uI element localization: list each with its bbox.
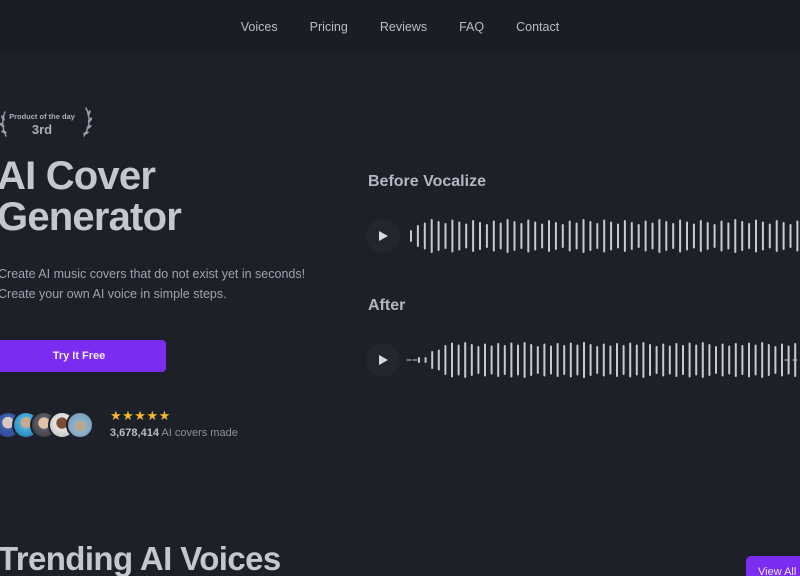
try-it-free-button[interactable]: Try It Free [0, 340, 166, 372]
avatar [66, 411, 94, 439]
nav-contact[interactable]: Contact [500, 20, 575, 34]
covers-suffix: AI covers made [158, 427, 238, 439]
after-play-button[interactable] [366, 343, 400, 377]
after-label: After [368, 297, 406, 314]
nav-voices[interactable]: Voices [225, 20, 294, 34]
covers-count: 3,678,414 [110, 427, 159, 439]
hero-title-line2: Generator [0, 195, 182, 239]
user-avatars [0, 411, 104, 439]
play-icon [379, 355, 388, 365]
top-nav: Voices Pricing Reviews FAQ Contact [0, 0, 800, 54]
rating-stars: ★★★★★ [110, 408, 171, 423]
badge-rank: 3rd [31, 122, 53, 137]
trending-title: Trending AI Voices [0, 540, 281, 576]
hero-title: AI Cover Generator [0, 156, 337, 238]
after-waveform[interactable] [405, 340, 800, 380]
page: Voices Pricing Reviews FAQ Contact Produ… [0, 0, 800, 576]
badge-label: Product of the day [9, 112, 75, 121]
before-waveform[interactable] [405, 216, 800, 256]
covers-made: 3,678,414 AI covers made [110, 427, 238, 439]
hero-subtitle-line1: Create AI music covers that do not exist… [0, 267, 306, 281]
nav-pricing[interactable]: Pricing [294, 20, 364, 34]
before-label: Before Vocalize [368, 173, 486, 190]
before-play-button[interactable] [366, 219, 400, 253]
hero-subtitle: Create AI music covers that do not exist… [0, 264, 338, 304]
view-all-button[interactable]: View All [746, 556, 800, 576]
play-icon [379, 231, 388, 241]
hero-title-line1: AI Cover [0, 154, 156, 198]
nav-reviews[interactable]: Reviews [364, 20, 443, 34]
nav-faq[interactable]: FAQ [443, 20, 500, 34]
product-of-the-day-badge: Product of the day 3rd [0, 104, 94, 142]
hero-subtitle-line2: Create your own AI voice in simple steps… [0, 287, 227, 301]
